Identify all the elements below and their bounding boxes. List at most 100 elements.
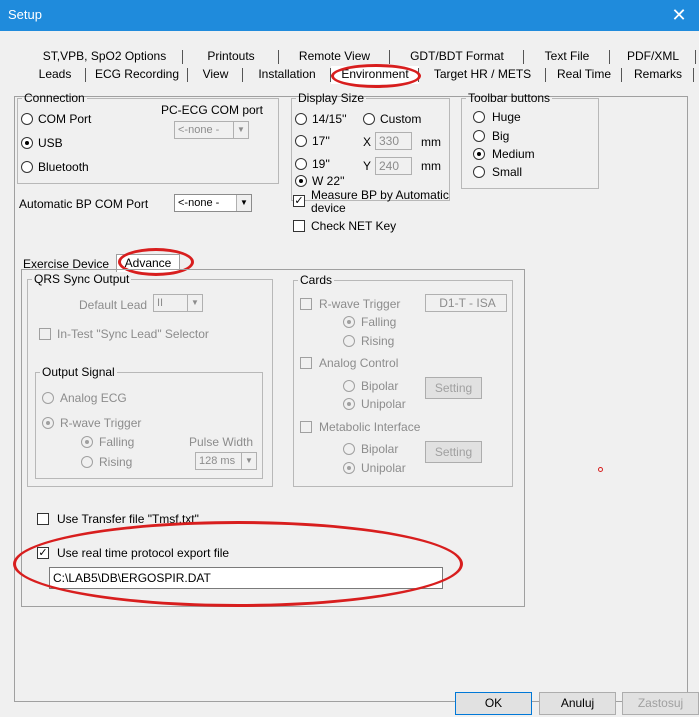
tab-text-file[interactable]: Text File <box>524 48 610 66</box>
cards-rwave-label: R-wave Trigger <box>319 297 401 311</box>
radio-analog-ecg[interactable] <box>42 392 54 404</box>
tab-leads[interactable]: Leads <box>24 66 86 84</box>
pulse-width-label: Pulse Width <box>189 435 254 449</box>
pulse-width-value: 128 ms <box>199 455 236 467</box>
tab-st-vpb-spo2[interactable]: ST,VPB, SpO2 Options <box>26 48 183 66</box>
radio-custom[interactable] <box>363 113 375 125</box>
auto-bp-label: Automatic BP COM Port <box>19 197 149 211</box>
radio-com-port[interactable] <box>21 113 33 125</box>
radio-17[interactable] <box>295 135 307 147</box>
custom-y-unit: mm <box>421 159 441 173</box>
radio-big[interactable] <box>473 130 485 142</box>
display-custom-label: Custom <box>380 112 422 126</box>
radio-metabolic-unipolar[interactable] <box>343 462 355 474</box>
com-port-option-label: COM Port <box>38 112 92 126</box>
radio-metabolic-bipolar[interactable] <box>343 443 355 455</box>
qrs-sync-title: QRS Sync Output <box>34 272 130 286</box>
analog-control-label: Analog Control <box>319 356 399 370</box>
analog-control-checkbox[interactable] <box>300 357 312 369</box>
analog-setting-button[interactable]: Setting <box>425 377 482 399</box>
rwave-trigger-label: R-wave Trigger <box>60 416 142 430</box>
tab-target-hr-mets[interactable]: Target HR / METS <box>419 66 546 84</box>
check-net-key-label: Check NET Key <box>311 219 397 233</box>
metabolic-interface-label: Metabolic Interface <box>319 420 421 434</box>
connection-title: Connection <box>24 91 85 105</box>
pulse-width-select[interactable]: 128 ms ▼ <box>195 452 257 470</box>
analog-bipolar-label: Bipolar <box>361 379 399 393</box>
toolbar-huge-label: Huge <box>492 110 521 124</box>
cards-rwave-checkbox[interactable] <box>300 298 312 310</box>
tab-ecg-recording[interactable]: ECG Recording <box>86 66 188 84</box>
measure-bp-label-2: device <box>311 201 346 215</box>
check-net-key-checkbox[interactable] <box>293 220 305 232</box>
radio-cards-falling[interactable] <box>343 316 355 328</box>
display-17-label: 17'' <box>312 134 330 148</box>
auto-bp-com-select[interactable]: <-none - ▼ <box>174 194 252 212</box>
tab-installation[interactable]: Installation <box>243 66 331 84</box>
tab-view[interactable]: View <box>188 66 243 84</box>
custom-y-label: Y <box>363 159 372 173</box>
chevron-down-icon: ▼ <box>187 295 202 311</box>
ok-button[interactable]: OK <box>455 692 532 715</box>
window-title: Setup <box>8 7 42 22</box>
in-test-selector-checkbox[interactable] <box>39 328 51 340</box>
chevron-down-icon: ▼ <box>236 195 251 211</box>
tab-row-1: ST,VPB, SpO2 Options Printouts Remote Vi… <box>0 48 699 66</box>
radio-w22[interactable] <box>295 175 307 187</box>
output-falling-label: Falling <box>99 435 135 449</box>
tab-real-time[interactable]: Real Time <box>546 66 622 84</box>
cards-title: Cards <box>300 273 333 287</box>
default-lead-value: II <box>157 297 164 309</box>
cancel-button[interactable]: Anuluj <box>539 692 616 715</box>
close-icon[interactable]: ✕ <box>659 0 699 31</box>
pc-ecg-com-select[interactable]: <-none - ▼ <box>174 121 249 139</box>
radio-bluetooth[interactable] <box>21 161 33 173</box>
radio-analog-unipolar[interactable] <box>343 398 355 410</box>
analog-ecg-label: Analog ECG <box>60 391 127 405</box>
metabolic-setting-button[interactable]: Setting <box>425 441 482 463</box>
toolbar-buttons-title: Toolbar buttons <box>468 91 551 105</box>
output-rising-label: Rising <box>99 455 133 469</box>
annotation-dot <box>598 467 603 472</box>
toolbar-small-label: Small <box>492 165 523 179</box>
transfer-file-checkbox[interactable] <box>37 513 49 525</box>
tab-printouts[interactable]: Printouts <box>183 48 279 66</box>
display-14-15-label: 14/15'' <box>312 112 347 126</box>
cards-rwave-value[interactable]: D1-T - ISA <box>425 294 507 312</box>
output-signal-title: Output Signal <box>42 365 115 379</box>
default-lead-label: Default Lead <box>79 298 148 312</box>
radio-output-falling[interactable] <box>81 436 93 448</box>
metabolic-interface-checkbox[interactable] <box>300 421 312 433</box>
measure-bp-label-1: Measure BP by Automatic <box>311 188 449 202</box>
default-lead-select[interactable]: II ▼ <box>153 294 203 312</box>
auto-bp-value: <-none - <box>178 197 220 209</box>
tab-pdf-xml[interactable]: PDF/XML <box>610 48 696 66</box>
chevron-down-icon: ▼ <box>241 453 256 469</box>
custom-x-input[interactable]: 330 <box>375 132 412 150</box>
environment-panel: Connection PC-ECG COM port COM Port USB … <box>13 91 688 702</box>
pc-ecg-com-value: <-none - <box>178 124 220 136</box>
radio-usb[interactable] <box>21 137 33 149</box>
radio-rwave-trigger[interactable] <box>42 417 54 429</box>
chevron-down-icon: ▼ <box>233 122 248 138</box>
radio-analog-bipolar[interactable] <box>343 380 355 392</box>
analog-unipolar-label: Unipolar <box>361 397 406 411</box>
radio-huge[interactable] <box>473 111 485 123</box>
radio-output-rising[interactable] <box>81 456 93 468</box>
radio-medium[interactable] <box>473 148 485 160</box>
bluetooth-option-label: Bluetooth <box>38 160 89 174</box>
radio-19[interactable] <box>295 158 307 170</box>
setup-dialog: ST,VPB, SpO2 Options Printouts Remote Vi… <box>0 31 699 717</box>
custom-x-label: X <box>363 135 372 149</box>
apply-button[interactable]: Zastosuj <box>622 692 699 715</box>
radio-14-15[interactable] <box>295 113 307 125</box>
radio-cards-rising[interactable] <box>343 335 355 347</box>
tab-remarks[interactable]: Remarks <box>622 66 694 84</box>
annotation-circle-environment <box>331 64 421 88</box>
radio-small[interactable] <box>473 166 485 178</box>
custom-y-input[interactable]: 240 <box>375 157 412 175</box>
metabolic-bipolar-label: Bipolar <box>361 442 399 456</box>
toolbar-medium-label: Medium <box>492 147 535 161</box>
measure-bp-checkbox[interactable]: ✓ <box>293 195 305 207</box>
tab-gdt-bdt-format[interactable]: GDT/BDT Format <box>390 48 524 66</box>
